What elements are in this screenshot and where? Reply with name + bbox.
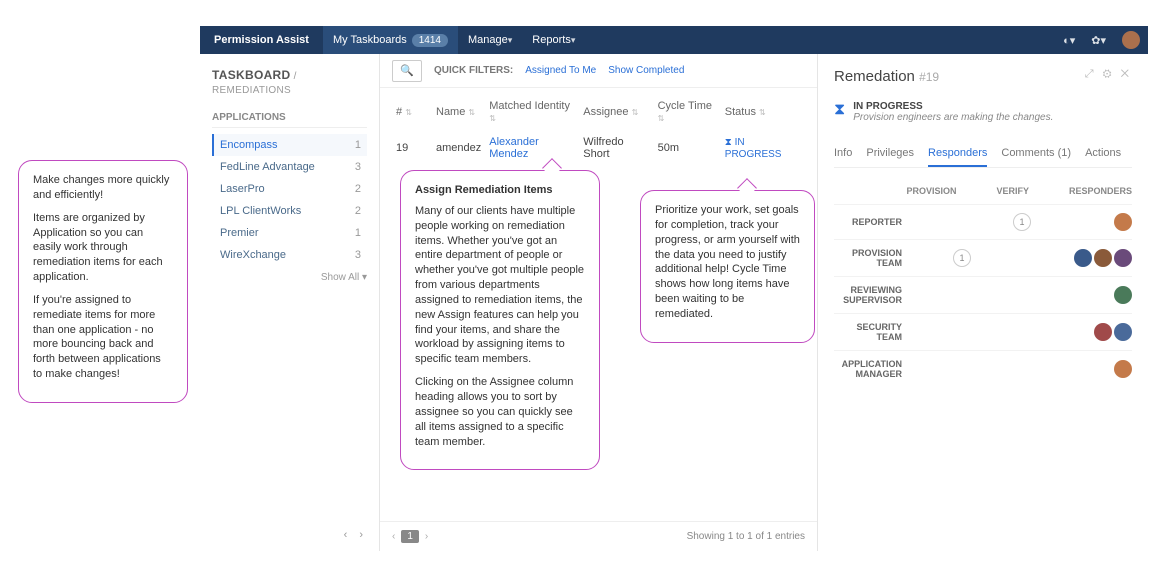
topbar: Permission Assist My Taskboards 1414 Man… [200, 26, 1148, 54]
avatar[interactable] [1114, 249, 1132, 267]
taskboards-count-badge: 1414 [412, 34, 448, 47]
page-current: 1 [401, 530, 419, 543]
tab-privileges[interactable]: Privileges [866, 141, 914, 167]
tab-comments-[interactable]: Comments (1) [1001, 141, 1071, 167]
show-all-toggle[interactable]: Show All ▾ [212, 272, 367, 283]
application-list: Encompass1FedLine Advantage3LaserPro2LPL… [212, 134, 367, 266]
avatar[interactable] [1114, 323, 1132, 341]
avatar[interactable] [1094, 323, 1112, 341]
sidebar-item-laserpro[interactable]: LaserPro2 [212, 178, 367, 200]
tab-responders[interactable]: Responders [928, 141, 987, 167]
sidebar-section-label: APPLICATIONS [212, 112, 367, 128]
detail-title-text: Remedation [834, 68, 915, 85]
tab-actions[interactable]: Actions [1085, 141, 1121, 167]
responder-row: PROVISION TEAM1 [834, 239, 1132, 276]
nav-my-taskboards-label: My Taskboards [333, 34, 407, 46]
col-assignee[interactable]: Assignee [579, 94, 653, 130]
table-row[interactable]: 19amendezAlexander MendezWilfredo Short5… [392, 130, 805, 166]
sidebar-prev-icon[interactable]: ‹ [340, 527, 352, 543]
nav-manage[interactable]: Manage [458, 26, 522, 54]
avatar[interactable] [1114, 213, 1132, 231]
filter-assigned-to-me[interactable]: Assigned To Me [525, 65, 596, 76]
status-title: IN PROGRESS [853, 101, 1053, 112]
col-name[interactable]: Name [432, 94, 485, 130]
settings-icon[interactable]: ✿▾ [1083, 34, 1114, 47]
status-subtitle: Provision engineers are making the chang… [853, 112, 1053, 123]
detail-panel: ⤢ ⚙ ✕ Remedation #19 ⧗ IN PROGRESS Provi… [818, 54, 1148, 551]
responders-header: PROVISION VERIFY RESPONDERS [834, 182, 1132, 204]
detail-actions[interactable]: ⤢ ⚙ ✕ [1085, 68, 1132, 81]
responders-rows: REPORTER1PROVISION TEAM1REVIEWING SUPERV… [834, 204, 1132, 387]
sidebar-item-wirexchange[interactable]: WireXchange3 [212, 244, 367, 266]
col-status[interactable]: Status [721, 94, 805, 130]
page-title-main: TASKBOARD [212, 68, 290, 82]
detail-id: #19 [919, 70, 939, 84]
callout-sidebar: Make changes more quickly and efficientl… [18, 160, 188, 403]
avatar[interactable] [1114, 286, 1132, 304]
status-block: ⧗ IN PROGRESS Provision engineers are ma… [834, 101, 1132, 123]
avatar[interactable] [1074, 249, 1092, 267]
remediations-table: # Name Matched Identity Assignee Cycle T… [392, 94, 805, 166]
quick-filters-label: QUICK FILTERS: [434, 65, 513, 76]
page-prev-icon[interactable]: ‹ [392, 531, 395, 542]
brand: Permission Assist [200, 34, 323, 46]
user-avatar[interactable] [1114, 31, 1148, 49]
responder-row: APPLICATION MANAGER [834, 350, 1132, 387]
sidebar: TASKBOARD / REMEDIATIONS APPLICATIONS En… [200, 54, 380, 551]
filter-bar: 🔍 QUICK FILTERS: Assigned To Me Show Com… [380, 54, 817, 88]
col-cycle-time[interactable]: Cycle Time [654, 94, 721, 130]
sidebar-item-premier[interactable]: Premier1 [212, 222, 367, 244]
table-footer: ‹ 1 › Showing 1 to 1 of 1 entries [380, 521, 817, 551]
col-matched-identity[interactable]: Matched Identity [485, 94, 579, 130]
col-verify: VERIFY [996, 186, 1029, 196]
sidebar-item-encompass[interactable]: Encompass1 [212, 134, 367, 156]
col-responders: RESPONDERS [1069, 186, 1132, 196]
callout-assign: Assign Remediation Items Many of our cli… [400, 170, 600, 470]
avatar[interactable] [1114, 360, 1132, 378]
responder-row: SECURITY TEAM [834, 313, 1132, 350]
col--[interactable]: # [392, 94, 432, 130]
responder-row: REPORTER1 [834, 204, 1132, 239]
tab-info[interactable]: Info [834, 141, 852, 167]
page-next-icon[interactable]: › [425, 531, 428, 542]
nav-my-taskboards[interactable]: My Taskboards 1414 [323, 26, 458, 54]
filter-show-completed[interactable]: Show Completed [608, 65, 684, 76]
sidebar-item-fedline-advantage[interactable]: FedLine Advantage3 [212, 156, 367, 178]
showing-entries: Showing 1 to 1 of 1 entries [687, 531, 805, 542]
nav-reports[interactable]: Reports [522, 26, 585, 54]
sidebar-item-lpl-clientworks[interactable]: LPL ClientWorks2 [212, 200, 367, 222]
responder-row: REVIEWING SUPERVISOR [834, 276, 1132, 313]
callout-cycle-time: Prioritize your work, set goals for comp… [640, 190, 815, 343]
search-button[interactable]: 🔍 [392, 60, 422, 82]
sidebar-pager: ‹ › [212, 521, 367, 543]
detail-tabs: Info Privileges Responders Comments (1) Acti… [834, 141, 1132, 168]
avatar[interactable] [1094, 249, 1112, 267]
page-title: TASKBOARD / REMEDIATIONS [212, 68, 367, 96]
sidebar-next-icon[interactable]: › [355, 527, 367, 543]
callout-assign-title: Assign Remediation Items [415, 183, 585, 198]
hourglass-icon: ⧗ [834, 101, 845, 119]
help-icon[interactable]: ◐▾ [1055, 34, 1083, 47]
col-provision: PROVISION [906, 186, 956, 196]
